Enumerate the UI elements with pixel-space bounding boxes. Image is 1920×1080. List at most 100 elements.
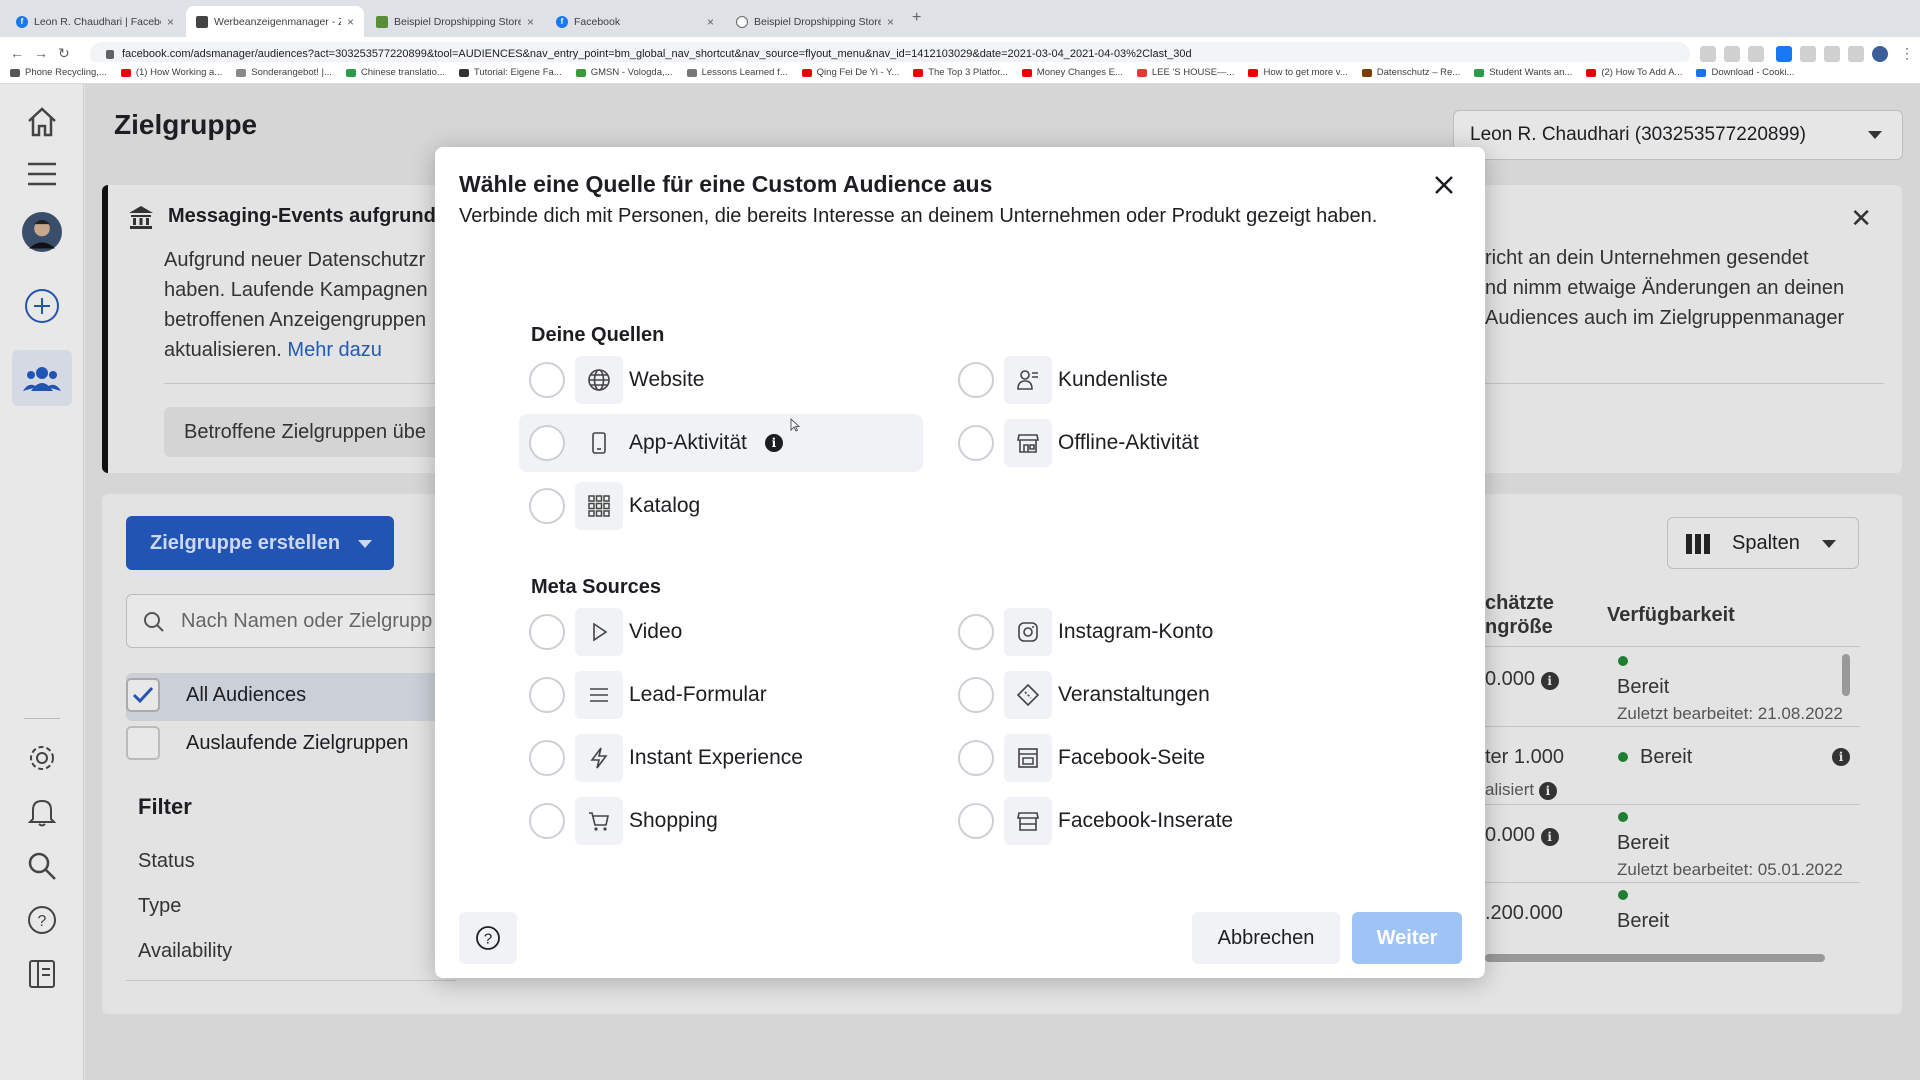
bookmark[interactable]: Lessons Learned f... [686,67,788,78]
bookmark[interactable]: Student Wants an... [1474,67,1572,78]
bookmark[interactable]: (1) How Working a... [120,67,222,78]
radio-button[interactable] [529,425,565,461]
search-icon[interactable] [22,846,62,886]
source-option-facebook-listings[interactable]: Facebook-Inserate [948,792,1352,850]
close-icon[interactable]: ✕ [1850,203,1872,234]
radio-button[interactable] [529,803,565,839]
close-tab-icon[interactable]: × [707,15,714,29]
radio-button[interactable] [958,740,994,776]
bookmark[interactable]: Datenschutz – Re... [1361,67,1460,78]
reload-icon[interactable]: ↻ [58,45,70,62]
source-option-events[interactable]: Veranstaltungen [948,666,1352,724]
forward-icon[interactable]: → [34,45,48,61]
sidebar-icon[interactable] [1848,46,1864,62]
radio-button[interactable] [529,740,565,776]
info-icon[interactable]: i [1832,748,1850,766]
bookmark[interactable]: Money Changes E... [1021,67,1123,78]
star-icon[interactable] [1748,46,1764,62]
source-option-app-activity[interactable]: App-Aktivität i [519,414,923,472]
all-audiences-checkbox[interactable] [126,678,160,712]
source-option-instagram-account[interactable]: Instagram-Konto [948,603,1352,661]
share-icon[interactable] [1724,46,1740,62]
source-option-shopping[interactable]: Shopping [519,792,923,850]
filter-availability[interactable]: Availability [138,940,232,963]
scrollbar-horizontal[interactable] [1485,954,1825,962]
filter-type[interactable]: Type [138,895,181,918]
source-option-facebook-page[interactable]: Facebook-Seite [948,729,1352,787]
browser-tab[interactable]: Beispiel Dropshipping Store - I × [366,6,544,37]
browser-tab-active[interactable]: Werbeanzeigenmanager - Ziel × [186,6,364,37]
avatar[interactable] [22,212,62,252]
source-option-website[interactable]: Website [519,351,923,409]
source-option-customer-list[interactable]: Kundenliste [948,351,1352,409]
source-option-catalog[interactable]: Katalog [519,477,923,535]
back-icon[interactable]: ← [10,45,24,61]
expiring-audiences-checkbox[interactable] [126,726,160,760]
settings-gear-icon[interactable] [22,738,62,778]
bookmark[interactable]: LEE 'S HOUSE—... [1136,67,1234,78]
radio-button[interactable] [958,803,994,839]
close-tab-icon[interactable]: × [347,15,354,29]
audiences-nav-icon[interactable] [12,350,72,406]
bookmark[interactable]: Chinese translatio... [345,67,445,78]
info-icon[interactable]: i [1538,782,1557,800]
filter-status[interactable]: Status [138,850,195,873]
column-header-size[interactable]: chätzte [1485,592,1554,615]
bell-icon[interactable] [22,792,62,832]
profile-avatar-icon[interactable] [1872,46,1888,62]
close-tab-icon[interactable]: × [527,15,534,29]
bookmark[interactable]: Qing Fei De Yi - Y... [801,67,899,78]
scrollbar-vertical[interactable] [1842,654,1850,696]
radio-button[interactable] [529,677,565,713]
new-tab-button[interactable]: + [912,9,921,27]
source-option-instant-experience[interactable]: Instant Experience [519,729,923,787]
home-icon[interactable] [22,102,62,142]
menu-icon[interactable] [22,154,62,194]
puzzle-icon[interactable] [1800,46,1816,62]
columns-button[interactable]: Spalten [1667,517,1859,569]
column-header-availability[interactable]: Verfügbarkeit [1607,604,1735,627]
bookmark[interactable]: Phone Recycling,... [10,67,107,78]
bookmark[interactable]: (2) How To Add A... [1586,67,1682,78]
bookmark[interactable]: How to get more v... [1248,67,1348,78]
help-icon[interactable]: ? [22,900,62,940]
source-option-lead-form[interactable]: Lead-Formular [519,666,923,724]
radio-button[interactable] [958,614,994,650]
column-header-size[interactable]: ngröße [1485,616,1553,639]
report-icon[interactable] [22,954,62,994]
menu-kebab-icon[interactable]: ⋮ [1900,45,1914,62]
browser-tab[interactable]: f Leon R. Chaudhari | Facebook × [6,6,184,37]
bookmark[interactable]: Download - Cooki... [1696,67,1794,78]
create-plus-icon[interactable] [22,286,62,326]
help-button[interactable]: ? [459,912,517,964]
info-icon[interactable]: i [764,434,783,452]
info-icon[interactable]: i [1540,672,1559,690]
bookmark[interactable]: Tutorial: Eigene Fa... [458,67,562,78]
close-icon[interactable] [1430,171,1458,199]
reading-list-icon[interactable] [1824,46,1840,62]
create-audience-button[interactable]: Zielgruppe erstellen [126,516,394,570]
search-input[interactable]: Nach Namen oder Zielgrupp [126,594,456,648]
radio-button[interactable] [529,614,565,650]
radio-button[interactable] [958,362,994,398]
bookmark[interactable]: GMSN - Vologda,... [575,67,673,78]
learn-more-link[interactable]: Mehr dazu [287,339,382,361]
browser-tab[interactable]: f Facebook × [546,6,724,37]
close-tab-icon[interactable]: × [887,15,894,29]
info-icon[interactable]: i [1540,828,1559,846]
bookmark[interactable]: Sonderangebot! |... [236,67,332,78]
radio-button[interactable] [529,488,565,524]
browser-tab[interactable]: Beispiel Dropshipping Store × [726,6,904,37]
radio-button[interactable] [958,677,994,713]
account-selector[interactable]: Leon R. Chaudhari (303253577220899) [1453,110,1903,160]
zoom-icon[interactable] [1700,46,1716,62]
facebook-extension-icon[interactable] [1776,46,1792,62]
radio-button[interactable] [529,362,565,398]
radio-button[interactable] [958,425,994,461]
source-option-offline-activity[interactable]: Offline-Aktivität [948,414,1352,472]
cancel-button[interactable]: Abbrechen [1192,912,1340,964]
next-button[interactable]: Weiter [1352,912,1462,964]
bookmark[interactable]: The Top 3 Platfor... [913,67,1008,78]
close-tab-icon[interactable]: × [167,15,174,29]
source-option-video[interactable]: Video [519,603,923,661]
